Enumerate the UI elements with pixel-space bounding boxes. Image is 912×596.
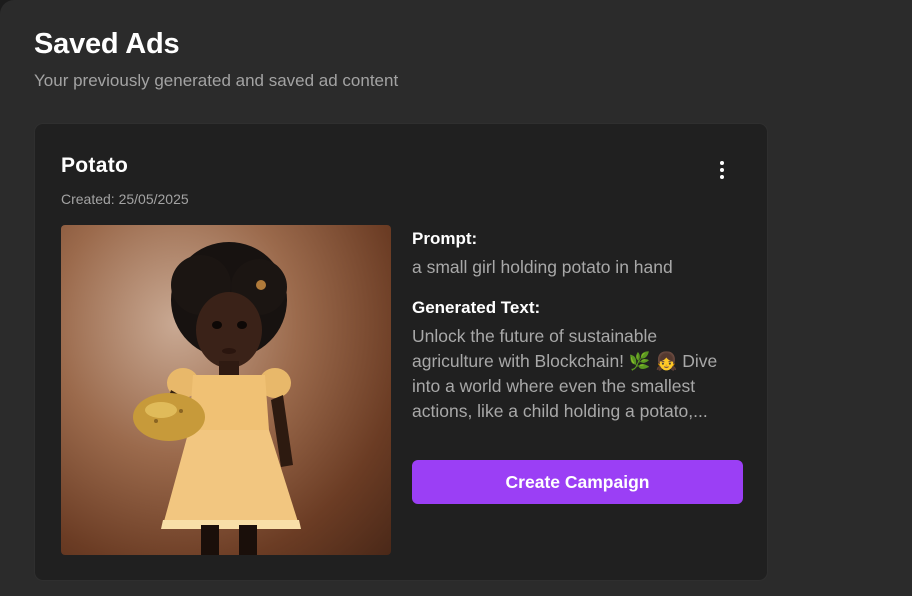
page-title: Saved Ads: [34, 28, 180, 60]
saved-ads-panel: Saved Ads Your previously generated and …: [0, 0, 912, 596]
generated-text-label: Generated Text:: [412, 298, 541, 317]
create-campaign-button[interactable]: Create Campaign: [412, 460, 743, 504]
ad-created-date: Created: 25/05/2025: [61, 191, 189, 207]
ad-image: [61, 225, 391, 555]
generated-text: Unlock the future of sustainable agricul…: [412, 326, 718, 421]
more-vertical-icon[interactable]: [711, 158, 733, 182]
prompt-label: Prompt:: [412, 229, 478, 248]
page-subtitle: Your previously generated and saved ad c…: [34, 71, 399, 90]
ad-title: Potato: [61, 154, 129, 177]
prompt-text: a small girl holding potato in hand: [412, 257, 673, 277]
saved-ad-card: Potato Created: 25/05/2025 Prompt: a sma…: [34, 123, 768, 581]
